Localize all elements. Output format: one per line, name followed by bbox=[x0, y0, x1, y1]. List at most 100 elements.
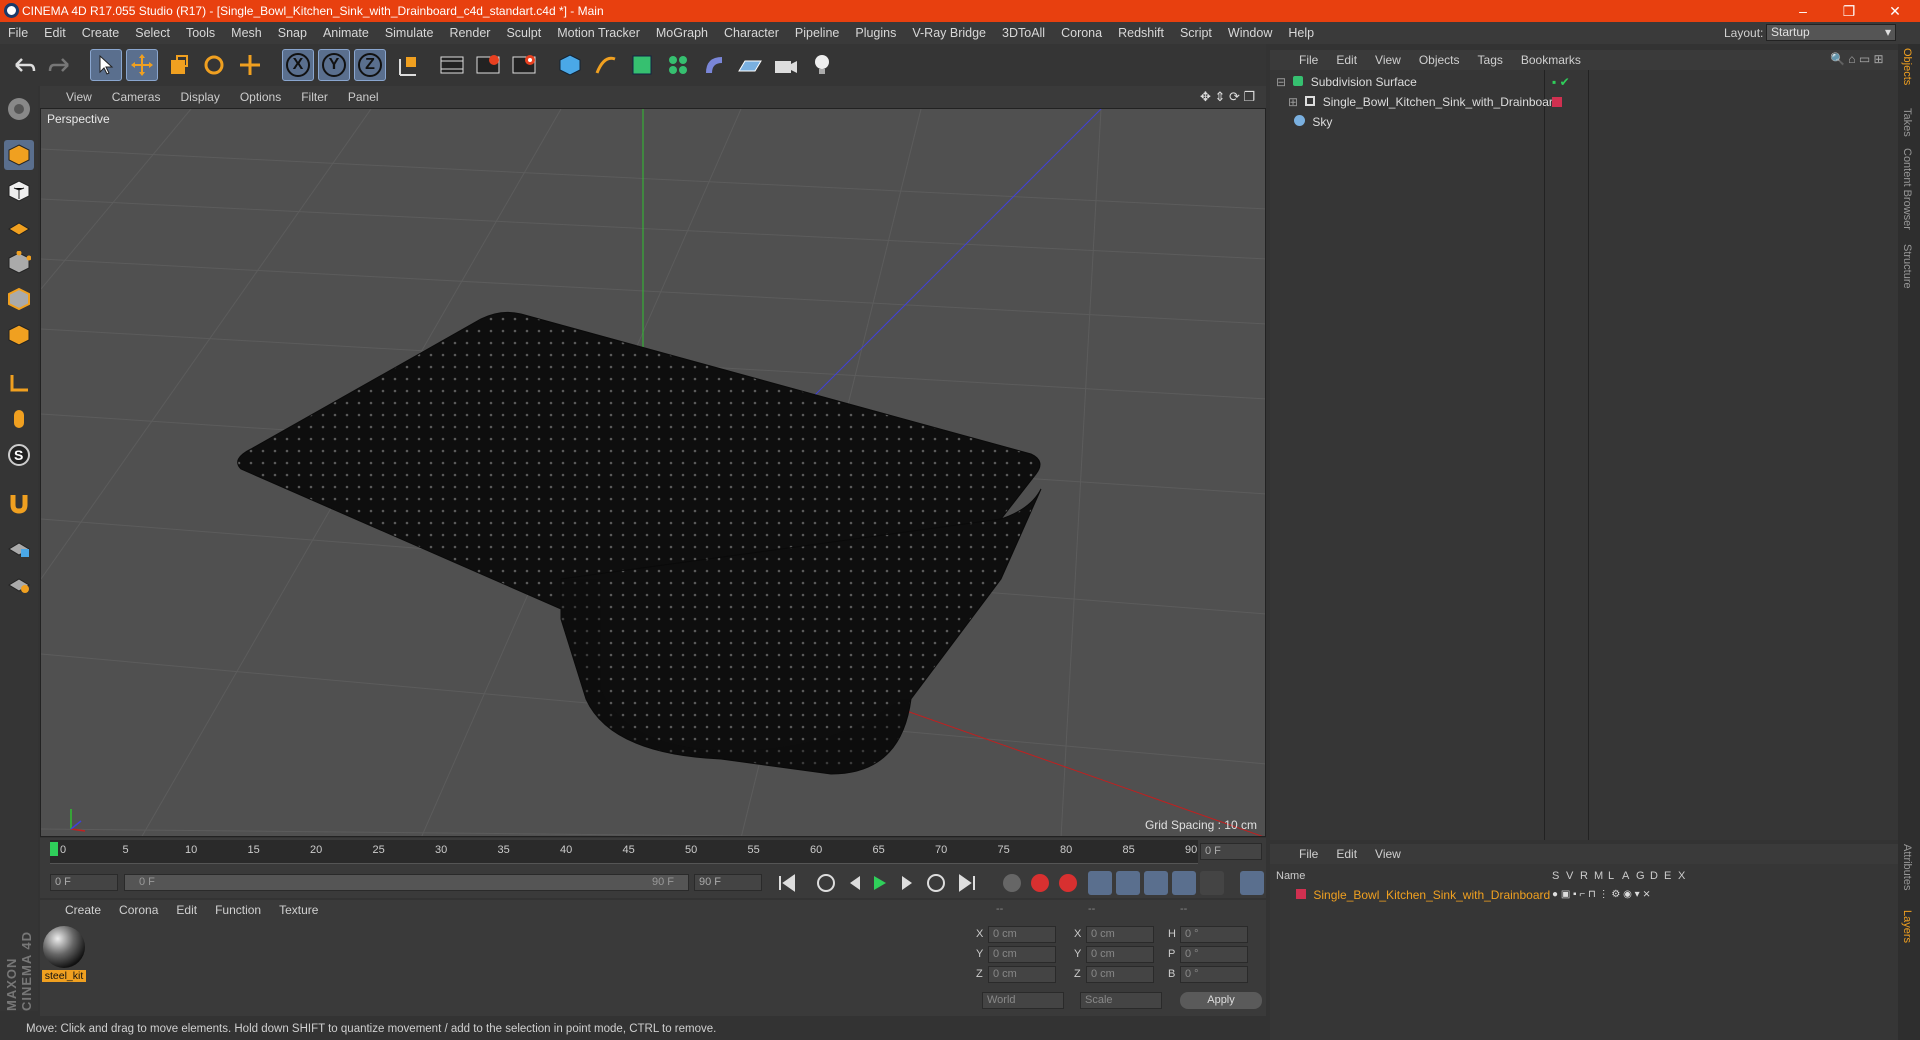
enabled-check-icon[interactable]: ▪ ✔ bbox=[1552, 72, 1570, 92]
menu-snap[interactable]: Snap bbox=[270, 26, 315, 40]
layer-column-header[interactable]: S bbox=[1552, 870, 1559, 882]
expand-icon[interactable]: ⊞ bbox=[1288, 95, 1298, 109]
layer-color-icon[interactable] bbox=[1552, 97, 1562, 107]
obj-menu-view[interactable]: View bbox=[1366, 53, 1410, 67]
axis-z-button[interactable]: Z bbox=[354, 49, 386, 81]
menu-pipeline[interactable]: Pipeline bbox=[787, 26, 847, 40]
playhead-marker[interactable] bbox=[50, 842, 58, 856]
layer-column-header[interactable]: L bbox=[1608, 870, 1614, 882]
coord-value-field[interactable]: 0 cm bbox=[1086, 946, 1154, 963]
perspective-viewport[interactable]: Perspective Grid Spacing : 10 cm bbox=[40, 108, 1266, 837]
layer-column-header[interactable]: G bbox=[1636, 870, 1645, 882]
edges-mode-icon[interactable] bbox=[4, 284, 34, 314]
render-settings-icon[interactable] bbox=[508, 49, 540, 81]
select-cursor-icon[interactable] bbox=[90, 49, 122, 81]
menu-help[interactable]: Help bbox=[1280, 26, 1322, 40]
mat-menu-create[interactable]: Create bbox=[56, 903, 110, 917]
layer-menu-file[interactable]: File bbox=[1290, 847, 1327, 861]
menu-script[interactable]: Script bbox=[1172, 26, 1220, 40]
obj-menu-objects[interactable]: Objects bbox=[1410, 53, 1469, 67]
coord-value-field[interactable]: 0 cm bbox=[988, 966, 1056, 983]
menu-animate[interactable]: Animate bbox=[315, 26, 377, 40]
viewport-navigation-icons[interactable]: ✥ ⇕ ⟳ ❐ bbox=[1200, 89, 1255, 105]
timeline-ruler[interactable]: 0 5 10 15 20 25 30 35 40 45 50 55 60 65 70 75 80 85 90 0 F bbox=[40, 838, 1266, 866]
coord-value-field[interactable]: 0 cm bbox=[1086, 966, 1154, 983]
layer-column-header[interactable]: A bbox=[1622, 870, 1629, 882]
menu-tools[interactable]: Tools bbox=[178, 26, 223, 40]
menu-render[interactable]: Render bbox=[441, 26, 498, 40]
deformer-icon[interactable] bbox=[698, 49, 730, 81]
axis-mode-icon[interactable] bbox=[4, 368, 34, 398]
layout-select[interactable]: Startup bbox=[1766, 24, 1896, 41]
points-mode-icon[interactable] bbox=[4, 248, 34, 278]
tab-structure[interactable]: Structure bbox=[1901, 244, 1913, 289]
axis-y-button[interactable]: Y bbox=[318, 49, 350, 81]
layer-menu-view[interactable]: View bbox=[1366, 847, 1410, 861]
coord-value-field[interactable]: 0 cm bbox=[988, 946, 1056, 963]
lock-workplane-icon[interactable] bbox=[4, 532, 34, 562]
coord-value-field[interactable]: 0 cm bbox=[1086, 926, 1154, 943]
minimize-button[interactable]: – bbox=[1780, 0, 1826, 22]
menu-motion-tracker[interactable]: Motion Tracker bbox=[549, 26, 648, 40]
layer-menu-edit[interactable]: Edit bbox=[1327, 847, 1366, 861]
menu-mograph[interactable]: MoGraph bbox=[648, 26, 716, 40]
vp-menu-view[interactable]: View bbox=[56, 90, 102, 104]
rotate-tool-icon[interactable] bbox=[198, 49, 230, 81]
undo-icon[interactable] bbox=[8, 49, 40, 81]
obj-menu-bookmarks[interactable]: Bookmarks bbox=[1512, 53, 1590, 67]
menu-corona[interactable]: Corona bbox=[1053, 26, 1110, 40]
menu-vray-bridge[interactable]: V-Ray Bridge bbox=[904, 26, 994, 40]
tab-layers[interactable]: Layers bbox=[1901, 910, 1913, 943]
end-frame-field[interactable]: 90 F bbox=[694, 874, 762, 891]
menu-edit[interactable]: Edit bbox=[36, 26, 74, 40]
render-picture-viewer-icon[interactable] bbox=[472, 49, 504, 81]
frame-range-slider[interactable]: 0 F 90 F bbox=[124, 874, 689, 891]
tab-attributes[interactable]: Attributes bbox=[1901, 844, 1913, 890]
material-swatch[interactable]: steel_kit bbox=[42, 926, 86, 984]
layer-column-header[interactable]: X bbox=[1678, 870, 1685, 882]
magnet-icon[interactable] bbox=[4, 488, 34, 518]
apply-button[interactable]: Apply bbox=[1180, 992, 1262, 1009]
snap-icon[interactable]: S bbox=[4, 440, 34, 470]
menu-file[interactable]: File bbox=[0, 26, 36, 40]
mat-menu-function[interactable]: Function bbox=[206, 903, 270, 917]
tab-objects[interactable]: Objects bbox=[1901, 48, 1913, 85]
cube-object-icon[interactable] bbox=[554, 49, 586, 81]
subdivision-surface-icon[interactable] bbox=[626, 49, 658, 81]
mograph-cloner-icon[interactable] bbox=[662, 49, 694, 81]
vp-menu-panel[interactable]: Panel bbox=[338, 90, 389, 104]
layer-column-header[interactable]: M bbox=[1594, 870, 1603, 882]
menu-mesh[interactable]: Mesh bbox=[223, 26, 270, 40]
menu-create[interactable]: Create bbox=[74, 26, 128, 40]
layer-column-header[interactable]: V bbox=[1566, 870, 1573, 882]
tab-content-browser[interactable]: Content Browser bbox=[1901, 148, 1913, 230]
mat-menu-corona[interactable]: Corona bbox=[110, 903, 167, 917]
menu-redshift[interactable]: Redshift bbox=[1110, 26, 1172, 40]
object-search-icon[interactable]: 🔍 ⌂ ▭ ⊞ bbox=[1830, 52, 1884, 66]
workplane-mode-icon[interactable] bbox=[4, 212, 34, 242]
light-icon[interactable] bbox=[806, 49, 838, 81]
polygons-mode-icon[interactable] bbox=[4, 320, 34, 350]
camera-icon[interactable] bbox=[770, 49, 802, 81]
texture-mode-icon[interactable] bbox=[4, 176, 34, 206]
vp-menu-options[interactable]: Options bbox=[230, 90, 291, 104]
vp-menu-display[interactable]: Display bbox=[170, 90, 229, 104]
menu-sculpt[interactable]: Sculpt bbox=[498, 26, 549, 40]
current-frame-field[interactable]: 0 F bbox=[1200, 843, 1262, 860]
object-row-sky[interactable]: Sky bbox=[1270, 112, 1898, 132]
floor-scene-icon[interactable] bbox=[734, 49, 766, 81]
live-selection-icon[interactable] bbox=[234, 49, 266, 81]
obj-menu-tags[interactable]: Tags bbox=[1469, 53, 1512, 67]
layer-column-header[interactable]: R bbox=[1580, 870, 1588, 882]
layer-row[interactable]: Single_Bowl_Kitchen_Sink_with_Drainboard… bbox=[1270, 886, 1898, 904]
menu-character[interactable]: Character bbox=[716, 26, 787, 40]
obj-menu-file[interactable]: File bbox=[1290, 53, 1327, 67]
object-row-subdivision[interactable]: ⊟ Subdivision Surface ▪ ✔ bbox=[1270, 72, 1898, 92]
layer-column-header[interactable]: D bbox=[1650, 870, 1658, 882]
menu-plugins[interactable]: Plugins bbox=[847, 26, 904, 40]
object-row-sink[interactable]: ⊞ Single_Bowl_Kitchen_Sink_with_Drainboa… bbox=[1270, 92, 1898, 112]
make-editable-icon[interactable] bbox=[4, 94, 34, 124]
coord-scale-select[interactable]: Scale bbox=[1080, 992, 1162, 1009]
vp-menu-cameras[interactable]: Cameras bbox=[102, 90, 171, 104]
render-view-icon[interactable] bbox=[436, 49, 468, 81]
